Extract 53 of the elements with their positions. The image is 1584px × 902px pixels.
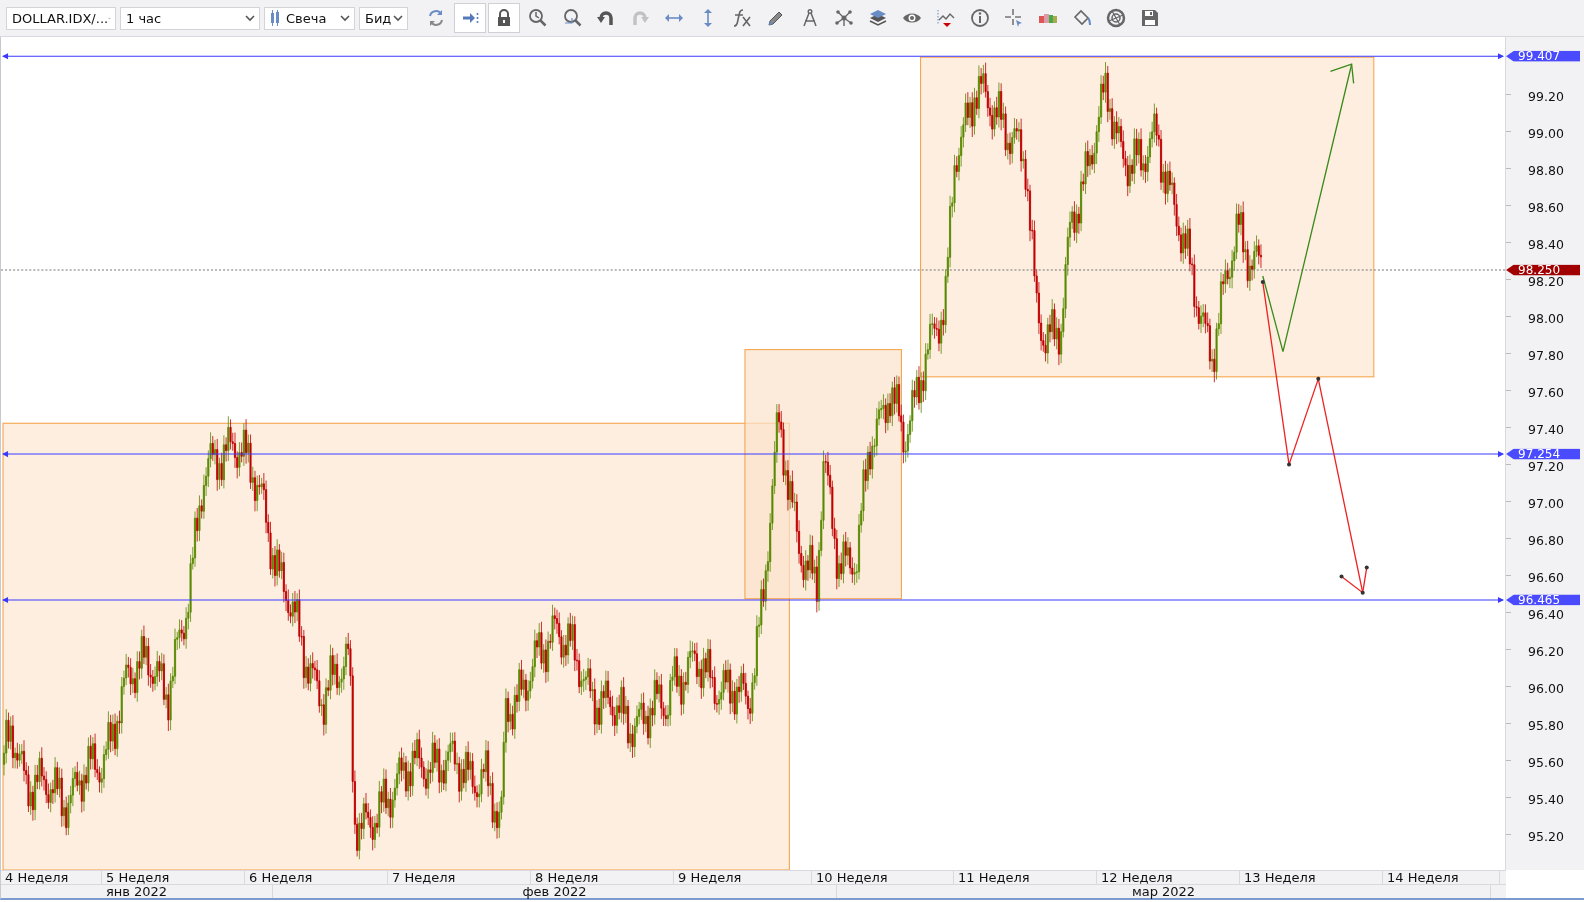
refresh-icon (426, 8, 446, 28)
magnifier-icon (562, 8, 582, 28)
price-label: 97.00 (1528, 498, 1564, 511)
price-label: 98.80 (1528, 165, 1564, 178)
forecast-down-arrow[interactable] (1260, 280, 1369, 595)
price-label: 96.40 (1528, 608, 1564, 621)
info-icon (970, 8, 990, 28)
clock-magnifier-icon (528, 8, 548, 28)
function-icon (732, 8, 752, 28)
undo-icon (596, 8, 616, 28)
aperture-icon (1106, 8, 1126, 28)
candlestick-icon (270, 10, 280, 26)
month-label: янв 2022 (1, 885, 273, 898)
paint-bucket-icon (1072, 8, 1092, 28)
price-label: 97.20 (1528, 461, 1564, 474)
price-tag: 98.250 (1506, 264, 1581, 276)
price-label: 96.60 (1528, 571, 1564, 584)
price-label: 96.80 (1528, 535, 1564, 547)
price-label: 98.20 (1528, 276, 1564, 289)
timeframe-dropdown[interactable]: 1 час (120, 6, 260, 30)
price-tag: 99.407 (1506, 50, 1581, 62)
price-label: 96.00 (1528, 682, 1564, 695)
price-label: 95.20 (1528, 830, 1564, 843)
price-label: 95.40 (1528, 793, 1564, 806)
price-label: 99.20 (1528, 91, 1564, 104)
level-line[interactable] (2, 451, 1505, 458)
layers-icon (868, 8, 888, 28)
crosshair-icon (1004, 8, 1024, 28)
price-label: 96.20 (1528, 645, 1564, 658)
price-label: 98.00 (1528, 313, 1564, 326)
network-icon (834, 8, 854, 28)
level-line[interactable] (2, 596, 1505, 603)
price-label: 95.80 (1528, 719, 1564, 732)
chart-marker-icon (936, 8, 956, 28)
price-label: 99.00 (1528, 128, 1564, 141)
month-label: фев 2022 (273, 885, 837, 898)
price-tag: 97.254 (1506, 448, 1581, 460)
arrow-right-button[interactable] (454, 3, 486, 33)
level-line[interactable] (2, 53, 1505, 60)
price-tag: 96.465 (1506, 594, 1581, 606)
month-label: мар 2022 (837, 885, 1491, 898)
price-label: 98.40 (1528, 239, 1564, 252)
price-label: 98.60 (1528, 202, 1564, 215)
lock-button[interactable] (488, 3, 520, 33)
price-label: 95.60 (1528, 756, 1564, 769)
price-label: 97.60 (1528, 387, 1564, 400)
price-label: 97.80 (1528, 350, 1564, 363)
redo-icon (630, 8, 650, 28)
symbol-dropdown[interactable]: DOLLAR.IDX/... (6, 6, 116, 30)
price-label: 97.40 (1528, 424, 1564, 437)
compass-icon (800, 8, 820, 28)
chart-type-dropdown[interactable]: Свеча (264, 6, 355, 30)
price-type-dropdown[interactable]: Бид (359, 6, 408, 30)
